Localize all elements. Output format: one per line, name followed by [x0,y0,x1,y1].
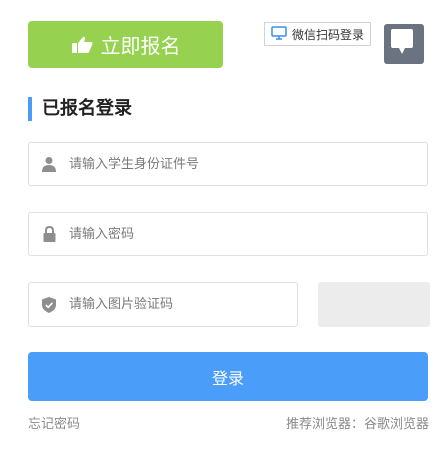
shield-check-icon [29,296,69,313]
password-field[interactable] [28,212,428,256]
recommended-browser-text: 推荐浏览器：谷歌浏览器 [285,417,429,432]
monitor-icon [271,25,287,43]
captcha-input[interactable] [69,283,297,326]
register-now-button[interactable]: 立即报名 [28,21,223,68]
captcha-image[interactable] [318,282,430,327]
wechat-qr-login-label: 微信扫码登录 [292,27,365,42]
forgot-password-link[interactable]: 忘记密码 [28,413,80,432]
password-input[interactable] [69,213,427,255]
login-section-title: 已报名登录 [28,97,132,121]
captcha-field[interactable] [28,282,298,327]
register-now-label: 立即报名 [100,34,181,58]
lock-icon [29,226,69,242]
login-button[interactable]: 登录 [28,352,428,401]
id-number-field[interactable] [28,142,428,186]
qr-code-corner-toggle[interactable] [380,20,428,66]
id-number-input[interactable] [69,143,427,185]
wechat-qr-login-button[interactable]: 微信扫码登录 [264,22,372,46]
thumbs-up-icon [71,36,93,54]
user-icon [29,156,69,172]
